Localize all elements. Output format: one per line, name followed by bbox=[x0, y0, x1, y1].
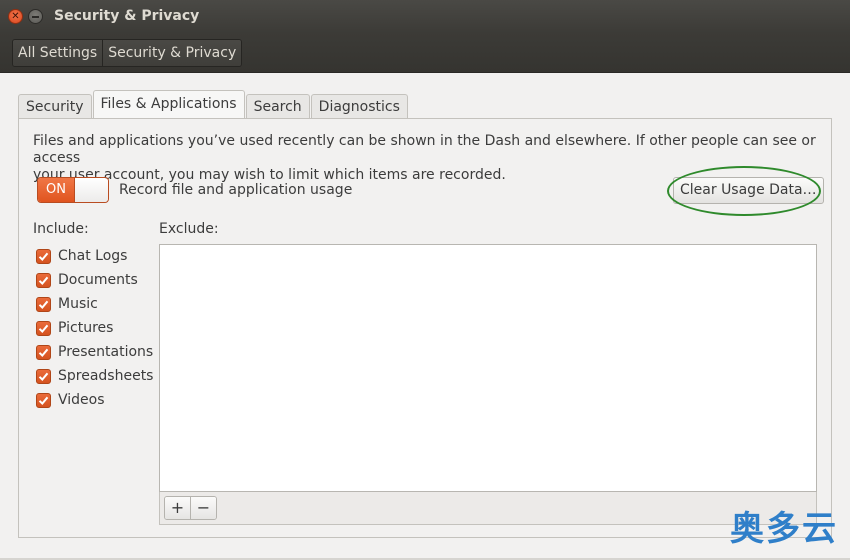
exclude-toolbar: + − bbox=[159, 492, 817, 525]
checkbox-checked-icon[interactable] bbox=[36, 296, 51, 312]
clear-usage-data-button[interactable]: Clear Usage Data… bbox=[673, 177, 824, 204]
minimize-icon[interactable] bbox=[28, 9, 43, 24]
include-item-label: Videos bbox=[58, 392, 105, 408]
include-item-spreadsheets[interactable]: Spreadsheets bbox=[36, 364, 153, 388]
checkbox-checked-icon[interactable] bbox=[36, 344, 51, 360]
remove-exclusion-button[interactable]: − bbox=[190, 497, 216, 519]
include-item-documents[interactable]: Documents bbox=[36, 268, 153, 292]
description-line-1: Files and applications you’ve used recen… bbox=[33, 133, 816, 166]
breadcrumb-security-privacy[interactable]: Security & Privacy bbox=[102, 40, 242, 66]
toggle-state-label: ON bbox=[38, 178, 74, 202]
include-item-label: Presentations bbox=[58, 344, 154, 360]
include-label: Include: bbox=[33, 221, 89, 237]
include-item-pictures[interactable]: Pictures bbox=[36, 316, 153, 340]
record-usage-toggle[interactable]: ON bbox=[37, 177, 109, 203]
tab-diagnostics[interactable]: Diagnostics bbox=[310, 94, 408, 118]
exclude-list[interactable] bbox=[159, 244, 817, 492]
title-bar: ✕ Security & Privacy bbox=[0, 0, 850, 33]
checkbox-checked-icon[interactable] bbox=[36, 248, 51, 264]
tab-security[interactable]: Security bbox=[18, 94, 92, 118]
checkbox-checked-icon[interactable] bbox=[36, 368, 51, 384]
window-title: Security & Privacy bbox=[54, 8, 200, 24]
include-list: Chat Logs Documents Music Pictures Prese… bbox=[36, 244, 153, 412]
include-item-music[interactable]: Music bbox=[36, 292, 153, 316]
checkbox-checked-icon[interactable] bbox=[36, 392, 51, 408]
include-item-label: Chat Logs bbox=[58, 248, 128, 264]
include-item-presentations[interactable]: Presentations bbox=[36, 340, 153, 364]
breadcrumb: All Settings Security & Privacy bbox=[12, 39, 243, 67]
add-exclusion-button[interactable]: + bbox=[165, 497, 190, 519]
tab-files-applications[interactable]: Files & Applications bbox=[92, 90, 245, 119]
checkbox-checked-icon[interactable] bbox=[36, 272, 51, 288]
close-icon[interactable]: ✕ bbox=[8, 9, 23, 24]
watermark-logo: 奥多云 bbox=[730, 509, 838, 549]
include-item-label: Spreadsheets bbox=[58, 368, 154, 384]
include-item-label: Pictures bbox=[58, 320, 114, 336]
exclude-label: Exclude: bbox=[159, 221, 219, 237]
toolbar: All Settings Security & Privacy bbox=[0, 33, 850, 73]
record-usage-label: Record file and application usage bbox=[119, 182, 353, 198]
include-item-label: Music bbox=[58, 296, 98, 312]
tab-bar: Security Files & Applications Search Dia… bbox=[18, 90, 409, 119]
include-item-chat-logs[interactable]: Chat Logs bbox=[36, 244, 153, 268]
toggle-knob[interactable] bbox=[74, 178, 108, 202]
include-item-videos[interactable]: Videos bbox=[36, 388, 153, 412]
breadcrumb-all-settings[interactable]: All Settings bbox=[13, 40, 103, 66]
include-item-label: Documents bbox=[58, 272, 138, 288]
add-remove-group: + − bbox=[164, 496, 217, 520]
tab-search[interactable]: Search bbox=[245, 94, 310, 118]
files-applications-panel: Files and applications you’ve used recen… bbox=[18, 118, 832, 538]
checkbox-checked-icon[interactable] bbox=[36, 320, 51, 336]
